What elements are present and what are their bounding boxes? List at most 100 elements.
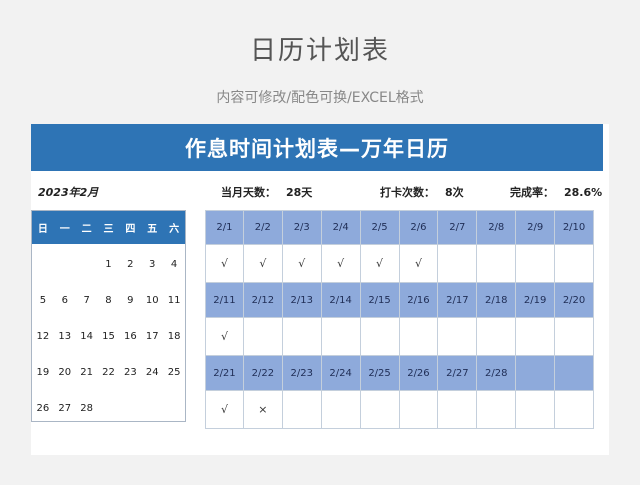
checkin-mark-cell[interactable]: √ xyxy=(282,245,322,283)
checkin-mark-cell[interactable] xyxy=(321,318,361,356)
checkin-mark-cell[interactable]: √ xyxy=(243,245,283,283)
banner-edge xyxy=(603,124,609,171)
calendar-day[interactable]: 25 xyxy=(163,367,185,378)
weekday-header: 六 xyxy=(169,224,180,235)
calendar-day[interactable]: 22 xyxy=(98,367,120,378)
completion-rate: 完成率： 28.6% xyxy=(510,184,602,200)
mini-calendar: 日一二三四五六 1 2 3 4 5 6 7 8 9 10 11 12 13 14 15 16 17 18 19 20 2… xyxy=(31,210,186,422)
weekday-header: 二 xyxy=(81,224,92,235)
checkin-mark-cell[interactable] xyxy=(360,391,400,429)
date-cell: 2/28 xyxy=(477,356,517,391)
date-cell: 2/27 xyxy=(438,356,478,391)
checkin-value: 8次 xyxy=(445,186,464,199)
calendar-day[interactable]: 17 xyxy=(141,331,163,342)
calendar-day[interactable]: 24 xyxy=(141,367,163,378)
checkin-mark-cell[interactable]: √ xyxy=(399,245,439,283)
date-cell: 2/10 xyxy=(555,210,594,245)
calendar-day[interactable]: 26 xyxy=(32,403,54,414)
planner-sheet: 作息时间计划表—万年日历 2023年2月 当月天数： 28天 打卡次数： 8次 完成… xyxy=(31,124,609,455)
calendar-day[interactable]: 21 xyxy=(76,367,98,378)
checkin-mark-cell[interactable]: √ xyxy=(205,245,244,283)
days-in-month: 当月天数： 28天 xyxy=(221,184,312,200)
calendar-day[interactable]: 12 xyxy=(32,331,54,342)
rate-value: 28.6% xyxy=(564,186,603,199)
calendar-day[interactable]: 8 xyxy=(98,295,120,306)
calendar-day[interactable]: 3 xyxy=(141,259,163,270)
date-cell: 2/18 xyxy=(477,283,517,318)
checkin-mark-cell[interactable] xyxy=(438,391,478,429)
days-value: 28天 xyxy=(286,186,313,199)
date-cell xyxy=(555,356,594,391)
calendar-day[interactable]: 28 xyxy=(76,403,98,414)
date-cell: 2/13 xyxy=(282,283,322,318)
date-cell: 2/7 xyxy=(438,210,478,245)
calendar-day[interactable]: 1 xyxy=(98,259,120,270)
calendar-day[interactable]: 4 xyxy=(163,259,185,270)
checkin-mark-cell[interactable] xyxy=(516,245,556,283)
date-cell: 2/26 xyxy=(399,356,439,391)
date-cell: 2/14 xyxy=(321,283,361,318)
mini-calendar-weekdays: 日一二三四五六 xyxy=(32,211,185,244)
calendar-day[interactable]: 20 xyxy=(54,367,76,378)
checkin-mark-cell[interactable] xyxy=(477,318,517,356)
date-cell: 2/4 xyxy=(321,210,361,245)
calendar-day[interactable]: 5 xyxy=(32,295,54,306)
calendar-day[interactable]: 14 xyxy=(76,331,98,342)
checkin-mark-cell[interactable] xyxy=(243,318,283,356)
checkin-mark-cell[interactable] xyxy=(516,318,556,356)
date-cell xyxy=(516,356,556,391)
calendar-day[interactable]: 16 xyxy=(119,331,141,342)
calendar-day[interactable]: 15 xyxy=(98,331,120,342)
weekday-header: 五 xyxy=(147,224,158,235)
checkin-mark-cell[interactable] xyxy=(399,391,439,429)
days-label: 当月天数： xyxy=(221,186,276,199)
checkin-mark-cell[interactable] xyxy=(477,391,517,429)
calendar-day[interactable]: 11 xyxy=(163,295,185,306)
checkin-mark-cell[interactable] xyxy=(438,245,478,283)
calendar-day[interactable]: 2 xyxy=(119,259,141,270)
checkin-mark-cell[interactable] xyxy=(282,318,322,356)
calendar-day[interactable]: 13 xyxy=(54,331,76,342)
date-cell: 2/2 xyxy=(243,210,283,245)
checkin-mark-cell[interactable] xyxy=(516,391,556,429)
date-cell: 2/24 xyxy=(321,356,361,391)
checkin-count: 打卡次数： 8次 xyxy=(380,184,464,200)
checkin-mark-cell[interactable]: √ xyxy=(205,391,244,429)
weekday-header: 日 xyxy=(37,224,48,235)
date-cell: 2/20 xyxy=(555,283,594,318)
date-cell: 2/21 xyxy=(205,356,244,391)
calendar-day[interactable]: 19 xyxy=(32,367,54,378)
checkin-mark-cell[interactable] xyxy=(438,318,478,356)
checkin-mark-cell[interactable] xyxy=(360,318,400,356)
checkin-mark-cell[interactable] xyxy=(282,391,322,429)
checkin-mark-cell[interactable] xyxy=(555,318,594,356)
calendar-day[interactable]: 23 xyxy=(119,367,141,378)
rate-label: 完成率： xyxy=(510,186,554,199)
month-label[interactable]: 2023年2月 xyxy=(38,184,98,200)
checkin-mark-cell[interactable] xyxy=(321,391,361,429)
checkin-mark-cell[interactable] xyxy=(399,318,439,356)
calendar-day[interactable]: 18 xyxy=(163,331,185,342)
date-cell: 2/25 xyxy=(360,356,400,391)
calendar-day[interactable]: 9 xyxy=(119,295,141,306)
mini-calendar-days: 1 2 3 4 5 6 7 8 9 10 11 12 13 14 15 16 17 18 19 20 21 22 23 24 2… xyxy=(32,244,185,426)
date-cell: 2/1 xyxy=(205,210,244,245)
planner-banner: 作息时间计划表—万年日历 xyxy=(31,124,603,171)
checkin-mark-cell[interactable] xyxy=(477,245,517,283)
date-cell: 2/23 xyxy=(282,356,322,391)
checkin-label: 打卡次数： xyxy=(380,186,435,199)
calendar-day[interactable]: 10 xyxy=(141,295,163,306)
date-cell: 2/15 xyxy=(360,283,400,318)
checkin-mark-cell[interactable]: × xyxy=(243,391,283,429)
checkin-mark-cell[interactable]: √ xyxy=(205,318,244,356)
checkin-mark-cell[interactable] xyxy=(555,245,594,283)
checkin-mark-cell[interactable]: √ xyxy=(321,245,361,283)
calendar-day[interactable]: 6 xyxy=(54,295,76,306)
calendar-day[interactable]: 27 xyxy=(54,403,76,414)
calendar-day[interactable]: 7 xyxy=(76,295,98,306)
checkin-mark-cell[interactable] xyxy=(555,391,594,429)
checkin-mark-cell[interactable]: √ xyxy=(360,245,400,283)
date-cell: 2/17 xyxy=(438,283,478,318)
date-cell: 2/22 xyxy=(243,356,283,391)
weekday-header: 四 xyxy=(125,224,136,235)
